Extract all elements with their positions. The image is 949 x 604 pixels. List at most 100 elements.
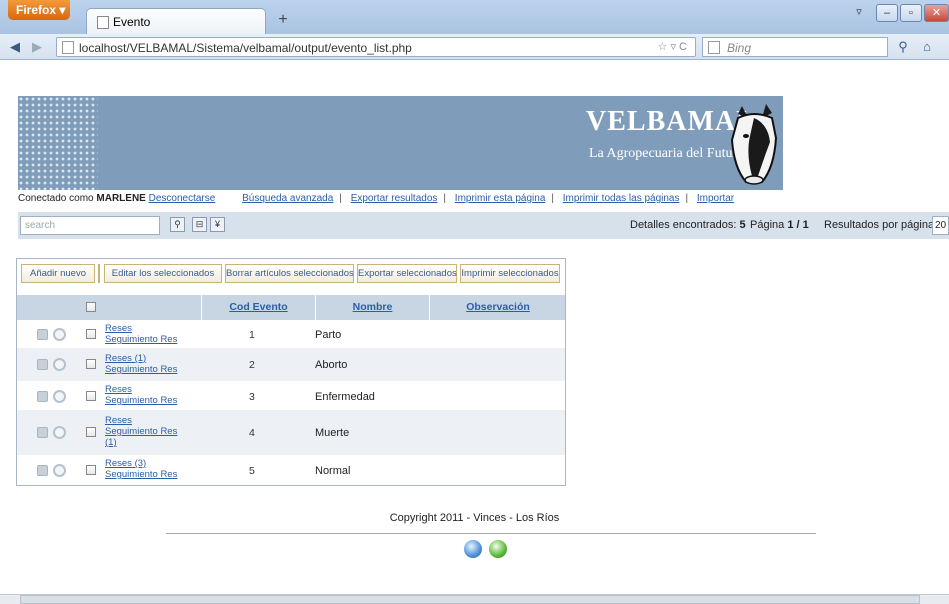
address-bar[interactable]: localhost/VELBAMAL/Sistema/velbamal/outp… (56, 37, 696, 57)
view-record-icon[interactable] (53, 358, 66, 371)
records-found: Detalles encontrados: 5 (630, 219, 746, 231)
reses-link[interactable]: Reses (3) (105, 458, 177, 469)
seguimiento-link[interactable]: Seguimiento Res (105, 469, 177, 480)
separator: | (339, 193, 342, 204)
per-page-select[interactable]: 20 (932, 216, 949, 235)
add-new-button[interactable]: Añadir nuevo (21, 264, 95, 283)
print-page-link[interactable]: Imprimir esta página (455, 193, 546, 204)
print-selected-button[interactable]: Imprimir seleccionados (460, 264, 560, 283)
cell-cod-evento: 3 (249, 391, 255, 403)
row-checkbox[interactable] (86, 359, 96, 369)
view-record-icon[interactable] (53, 328, 66, 341)
show-all-icon[interactable]: ⊟ (192, 217, 207, 232)
expand-icon[interactable]: ¥ (210, 217, 225, 232)
cell-cod-evento: 5 (249, 465, 255, 477)
dotted-pattern (18, 96, 98, 190)
copyright-text: Copyright 2011 - Vinces - Los Ríos (389, 512, 560, 524)
back-arrow-icon[interactable]: ◀ (6, 38, 24, 56)
export-selected-button[interactable]: Exportar seleccionados (357, 264, 457, 283)
edit-selected-button[interactable]: Editar los seleccionados (104, 264, 222, 283)
separator: | (551, 193, 554, 204)
search-magnifier-icon[interactable]: ⚲ (894, 38, 912, 56)
detail-links: Reses (3) Seguimiento Res (105, 458, 177, 480)
search-engine-name: Bing (727, 41, 752, 55)
table-header: Cod Evento Nombre Observación (17, 295, 565, 320)
action-separator (98, 264, 100, 283)
username: MARLENE (96, 193, 146, 204)
row-checkbox[interactable] (86, 391, 96, 401)
delete-selected-button[interactable]: Borrar artículos seleccionados (225, 264, 354, 283)
new-tab-plus-icon[interactable]: + (272, 10, 294, 32)
site-banner: VELBAMAL La Agropecuaria del Futuro. (18, 96, 783, 190)
export-results-link[interactable]: Exportar resultados (351, 193, 438, 204)
seguimiento-link[interactable]: Seguimiento Res (105, 395, 177, 406)
table-row: Reses Seguimiento Res 3 Enfermedad (17, 381, 565, 410)
row-checkbox[interactable] (86, 465, 96, 475)
row-checkbox[interactable] (86, 427, 96, 437)
close-icon[interactable]: ✕ (924, 4, 949, 22)
url-text: localhost/VELBAMAL/Sistema/velbamal/outp… (79, 41, 412, 55)
blue-globe-icon[interactable] (464, 540, 482, 558)
page-value: 1 / 1 (787, 219, 809, 231)
records-found-value: 5 (739, 219, 746, 231)
search-toolbar: search ⚲ ⊟ ¥ Detalles encontrados: 5 Pág… (18, 212, 949, 239)
search-icon[interactable]: ⚲ (170, 217, 185, 232)
view-record-icon[interactable] (53, 390, 66, 403)
firefox-menu-button[interactable]: Firefox ▾ (8, 0, 70, 20)
page-label: Página (750, 219, 785, 231)
horizontal-scrollbar[interactable] (0, 594, 949, 604)
browser-tab[interactable]: Evento (86, 8, 266, 34)
column-cod-evento[interactable]: Cod Evento (201, 295, 315, 320)
logout-link[interactable]: Desconectarse (149, 193, 216, 204)
column-observacion[interactable]: Observación (429, 295, 566, 320)
print-all-pages-link[interactable]: Imprimir todas las páginas (563, 193, 680, 204)
cell-nombre: Muerte (315, 427, 350, 439)
reses-link[interactable]: Reses (105, 415, 177, 426)
edit-record-icon[interactable] (37, 329, 48, 340)
separator: | (443, 193, 447, 204)
row-checkbox[interactable] (86, 329, 96, 339)
edit-record-icon[interactable] (37, 465, 48, 476)
cell-nombre: Normal (315, 465, 351, 477)
search-input[interactable]: search (20, 216, 160, 235)
scrollbar-thumb[interactable] (20, 595, 920, 604)
footer-divider (166, 533, 816, 534)
view-record-icon[interactable] (53, 426, 66, 439)
view-record-icon[interactable] (53, 464, 66, 477)
page-indicator: Página 1 / 1 (750, 219, 809, 231)
seguimiento-link[interactable]: Seguimiento Res (105, 426, 177, 437)
reses-link[interactable]: Reses (105, 323, 177, 334)
events-grid: Añadir nuevo Editar los seleccionados Bo… (16, 258, 566, 486)
bookmark-star-icon[interactable]: ☆ ▿ C (658, 40, 687, 53)
cell-nombre: Parto (315, 329, 342, 341)
green-globe-icon[interactable] (489, 540, 507, 558)
select-all-checkbox[interactable] (86, 302, 96, 312)
cell-cod-evento: 1 (249, 329, 255, 341)
search-engine-icon (708, 41, 720, 54)
maximize-icon[interactable]: ▫ (900, 4, 922, 22)
seguimiento-link[interactable]: Seguimiento Res (105, 364, 177, 375)
detail-links: Reses Seguimiento Res (105, 384, 177, 406)
cell-nombre: Enfermedad (315, 391, 375, 403)
tab-list-chevron-icon[interactable]: ▿ (852, 4, 866, 22)
reses-link[interactable]: Reses (1) (105, 353, 177, 364)
import-link[interactable]: Importar (697, 193, 734, 204)
separator: | (685, 193, 689, 204)
reses-link[interactable]: Reses (105, 384, 177, 395)
site-identity-icon (62, 41, 74, 54)
user-links-bar: Conectado como MARLENE Desconectarse Bús… (18, 193, 798, 204)
records-found-label: Detalles encontrados: (630, 219, 737, 231)
edit-record-icon[interactable] (37, 427, 48, 438)
web-search-box[interactable]: Bing (702, 37, 888, 57)
advanced-search-link[interactable]: Búsqueda avanzada (242, 193, 333, 204)
column-nombre[interactable]: Nombre (315, 295, 429, 320)
seguimiento-count-link[interactable]: (1) (105, 437, 177, 448)
home-icon[interactable]: ⌂ (918, 38, 936, 56)
firefox-menu-label: Firefox (16, 3, 57, 17)
per-page-label: Resultados por página: (824, 219, 938, 231)
minimize-icon[interactable]: – (876, 4, 898, 22)
seguimiento-link[interactable]: Seguimiento Res (105, 334, 177, 345)
edit-record-icon[interactable] (37, 359, 48, 370)
forward-arrow-icon[interactable]: ▶ (28, 38, 46, 56)
edit-record-icon[interactable] (37, 391, 48, 402)
